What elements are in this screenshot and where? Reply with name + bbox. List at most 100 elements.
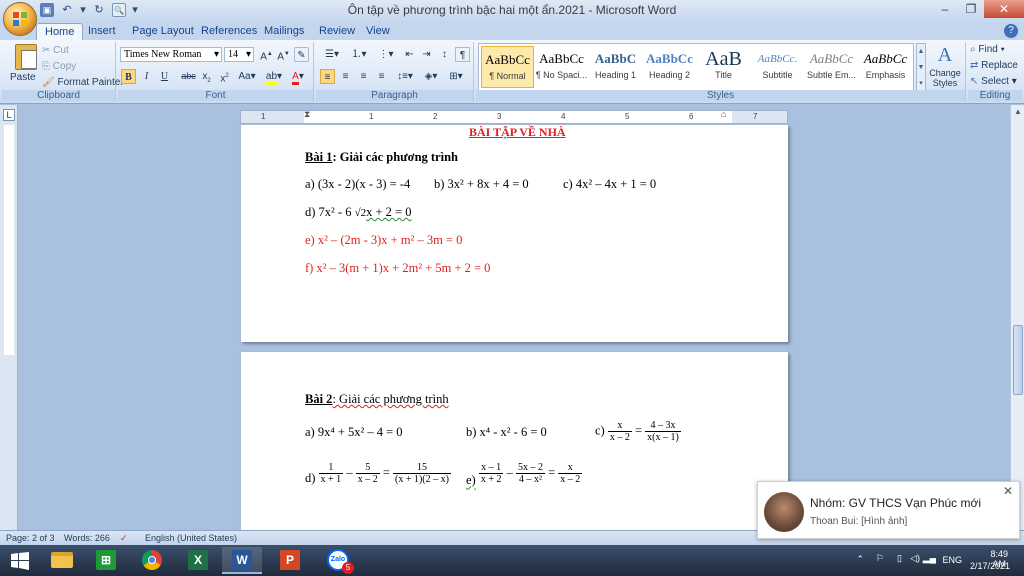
- copy-button[interactable]: ⎘ Copy: [42, 61, 76, 72]
- language-indicator[interactable]: ENG: [942, 555, 962, 565]
- page-count[interactable]: Page: 2 of 3: [6, 531, 55, 545]
- subscript-button[interactable]: x2: [199, 69, 214, 84]
- scroll-thumb[interactable]: [1013, 325, 1023, 395]
- borders-button[interactable]: ⊞▾: [445, 69, 467, 84]
- brush-icon: 🖌: [42, 77, 55, 88]
- line-spacing-button[interactable]: ↕≡▾: [394, 69, 416, 84]
- zalo-app-icon[interactable]: Zalo 5: [318, 547, 358, 574]
- clear-formatting-button[interactable]: ✎: [294, 47, 309, 62]
- file-explorer-icon[interactable]: [42, 547, 82, 574]
- replace-button[interactable]: ⇄ Replace: [970, 60, 1018, 71]
- style-title[interactable]: AaB Title: [697, 46, 750, 88]
- underline-button[interactable]: U: [157, 69, 172, 84]
- align-center-button[interactable]: ≡: [338, 69, 353, 84]
- superscript-button[interactable]: x2: [217, 69, 232, 84]
- help-icon[interactable]: ?: [1004, 24, 1018, 38]
- eq-2a: a) 9x⁴ + 5x² – 4 = 0: [305, 425, 403, 439]
- bullets-button[interactable]: ☰▾: [320, 47, 344, 62]
- office-button[interactable]: [3, 2, 37, 36]
- close-button[interactable]: ✕: [984, 0, 1024, 18]
- tab-references[interactable]: References: [193, 23, 265, 40]
- change-styles-button[interactable]: A Change Styles: [926, 42, 964, 90]
- language-status[interactable]: English (United States): [145, 531, 237, 545]
- styles-gallery: AaBbCc ¶ Normal AaBbCc ¶ No Spaci... AaBbC…: [478, 43, 914, 91]
- grow-font-button[interactable]: A▲: [259, 47, 274, 62]
- style-subtitle[interactable]: AaBbCc. Subtitle: [751, 46, 804, 88]
- chrome-icon[interactable]: [132, 547, 172, 574]
- shrink-font-button[interactable]: A▼: [276, 47, 291, 62]
- tab-selector[interactable]: L: [3, 109, 15, 121]
- tab-page-layout[interactable]: Page Layout: [124, 23, 202, 40]
- word-count[interactable]: Words: 266: [64, 531, 110, 545]
- increase-indent-button[interactable]: ⇥: [419, 47, 434, 62]
- justify-button[interactable]: ≡: [374, 69, 389, 84]
- show-formatting-button[interactable]: ¶: [455, 47, 470, 62]
- taskbar: ⊞ X W P Zalo 5 ⌃ ⚐ ▯ ◁) ▂▄ ENG 8:49 AM 2…: [0, 545, 1024, 576]
- style-heading-1[interactable]: AaBbC Heading 1: [589, 46, 642, 88]
- style-subtle-emphasis[interactable]: AaBbCc Subtle Em...: [805, 46, 858, 88]
- change-case-button[interactable]: Aa▾: [237, 69, 257, 84]
- bold-button[interactable]: B: [121, 69, 136, 84]
- powerpoint-icon[interactable]: P: [270, 547, 310, 574]
- cut-button[interactable]: ✂ Cut: [42, 45, 69, 56]
- window-title: Ôn tập về phương trình bậc hai một ẩn.20…: [347, 3, 677, 17]
- minimize-button[interactable]: –: [932, 0, 958, 18]
- format-painter-button[interactable]: 🖌 Format Painter: [42, 77, 124, 88]
- format-painter-label: Format Painter: [57, 77, 124, 88]
- decrease-indent-button[interactable]: ⇤: [402, 47, 417, 62]
- clock-date[interactable]: 2/17/2021: [970, 561, 1010, 571]
- start-button[interactable]: [0, 547, 40, 574]
- italic-button[interactable]: I: [139, 69, 154, 84]
- font-name-select[interactable]: Times New Roman ▾: [120, 47, 222, 62]
- tab-view[interactable]: View: [358, 23, 398, 40]
- align-left-button[interactable]: ≡: [320, 69, 335, 84]
- binoculars-icon: ⌕: [970, 44, 976, 55]
- right-indent-marker[interactable]: ⌂: [721, 109, 726, 119]
- word-icon[interactable]: W: [222, 547, 262, 574]
- select-button[interactable]: ↖ Select ▾: [970, 76, 1017, 87]
- chevron-down-icon: ▾: [245, 49, 251, 60]
- exercise-2-title: Bài 2: Giải các phương trình: [305, 392, 449, 406]
- copy-label: Copy: [52, 61, 77, 72]
- shading-button[interactable]: ◈▾: [420, 69, 442, 84]
- restore-button[interactable]: ❐: [958, 0, 984, 18]
- proofing-icon[interactable]: ✓: [120, 531, 128, 545]
- scroll-up-icon[interactable]: ▲: [1012, 107, 1024, 119]
- sort-button[interactable]: ↕: [437, 47, 452, 62]
- cursor-icon: ↖: [970, 76, 979, 87]
- tab-insert[interactable]: Insert: [80, 23, 124, 40]
- align-right-button[interactable]: ≡: [356, 69, 371, 84]
- styles-scroll[interactable]: ▲ ▼ ▾: [916, 43, 926, 91]
- battery-icon[interactable]: ▯: [897, 553, 902, 564]
- tab-home[interactable]: Home: [36, 23, 84, 40]
- close-icon[interactable]: ✕: [1003, 484, 1013, 498]
- style-no-spacing[interactable]: AaBbCc ¶ No Spaci...: [535, 46, 588, 88]
- ruler-number: 1: [261, 112, 266, 121]
- highlight-button[interactable]: ab▾: [264, 69, 284, 85]
- indent-marker[interactable]: ⧗: [304, 109, 310, 120]
- style-normal[interactable]: AaBbCc ¶ Normal: [481, 46, 534, 88]
- style-heading-2[interactable]: AaBbCc Heading 2: [643, 46, 696, 88]
- vertical-scrollbar[interactable]: ▲ ▼ ⏶ ⏷: [1010, 105, 1024, 530]
- paste-button[interactable]: Paste: [4, 44, 44, 88]
- volume-icon[interactable]: ◁): [910, 553, 920, 564]
- wifi-icon[interactable]: ▂▄: [923, 553, 936, 564]
- style-emphasis[interactable]: AaBbCc Emphasis: [859, 46, 912, 88]
- network-status-icon[interactable]: ⚐: [876, 553, 884, 564]
- zalo-notification[interactable]: Nhóm: GV THCS Vạn Phúc mới Thoan Bui: [H…: [757, 481, 1020, 539]
- page-2[interactable]: Bài 2: Giải các phương trình a) 9x⁴ + 5x…: [241, 352, 788, 530]
- font-size-select[interactable]: 14 ▾: [224, 47, 254, 62]
- page-heading: BÀI TẬP VỀ NHÀ: [469, 125, 566, 139]
- store-icon[interactable]: ⊞: [86, 547, 126, 574]
- numbering-button[interactable]: ⒈▾: [347, 47, 371, 62]
- page-1[interactable]: BÀI TẬP VỀ NHÀ Bài 1: Giải các phương tr…: [241, 125, 788, 342]
- strikethrough-button[interactable]: abc: [181, 69, 196, 84]
- tray-up-icon[interactable]: ⌃: [856, 554, 864, 565]
- font-color-button[interactable]: A▾: [288, 69, 308, 85]
- find-button[interactable]: ⌕ Find ▾: [970, 44, 1005, 55]
- multilevel-list-button[interactable]: ⋮▾: [374, 47, 398, 62]
- tab-review[interactable]: Review: [311, 23, 363, 40]
- tab-mailings[interactable]: Mailings: [256, 23, 312, 40]
- ruler-number: 4: [561, 112, 566, 121]
- excel-icon[interactable]: X: [178, 547, 218, 574]
